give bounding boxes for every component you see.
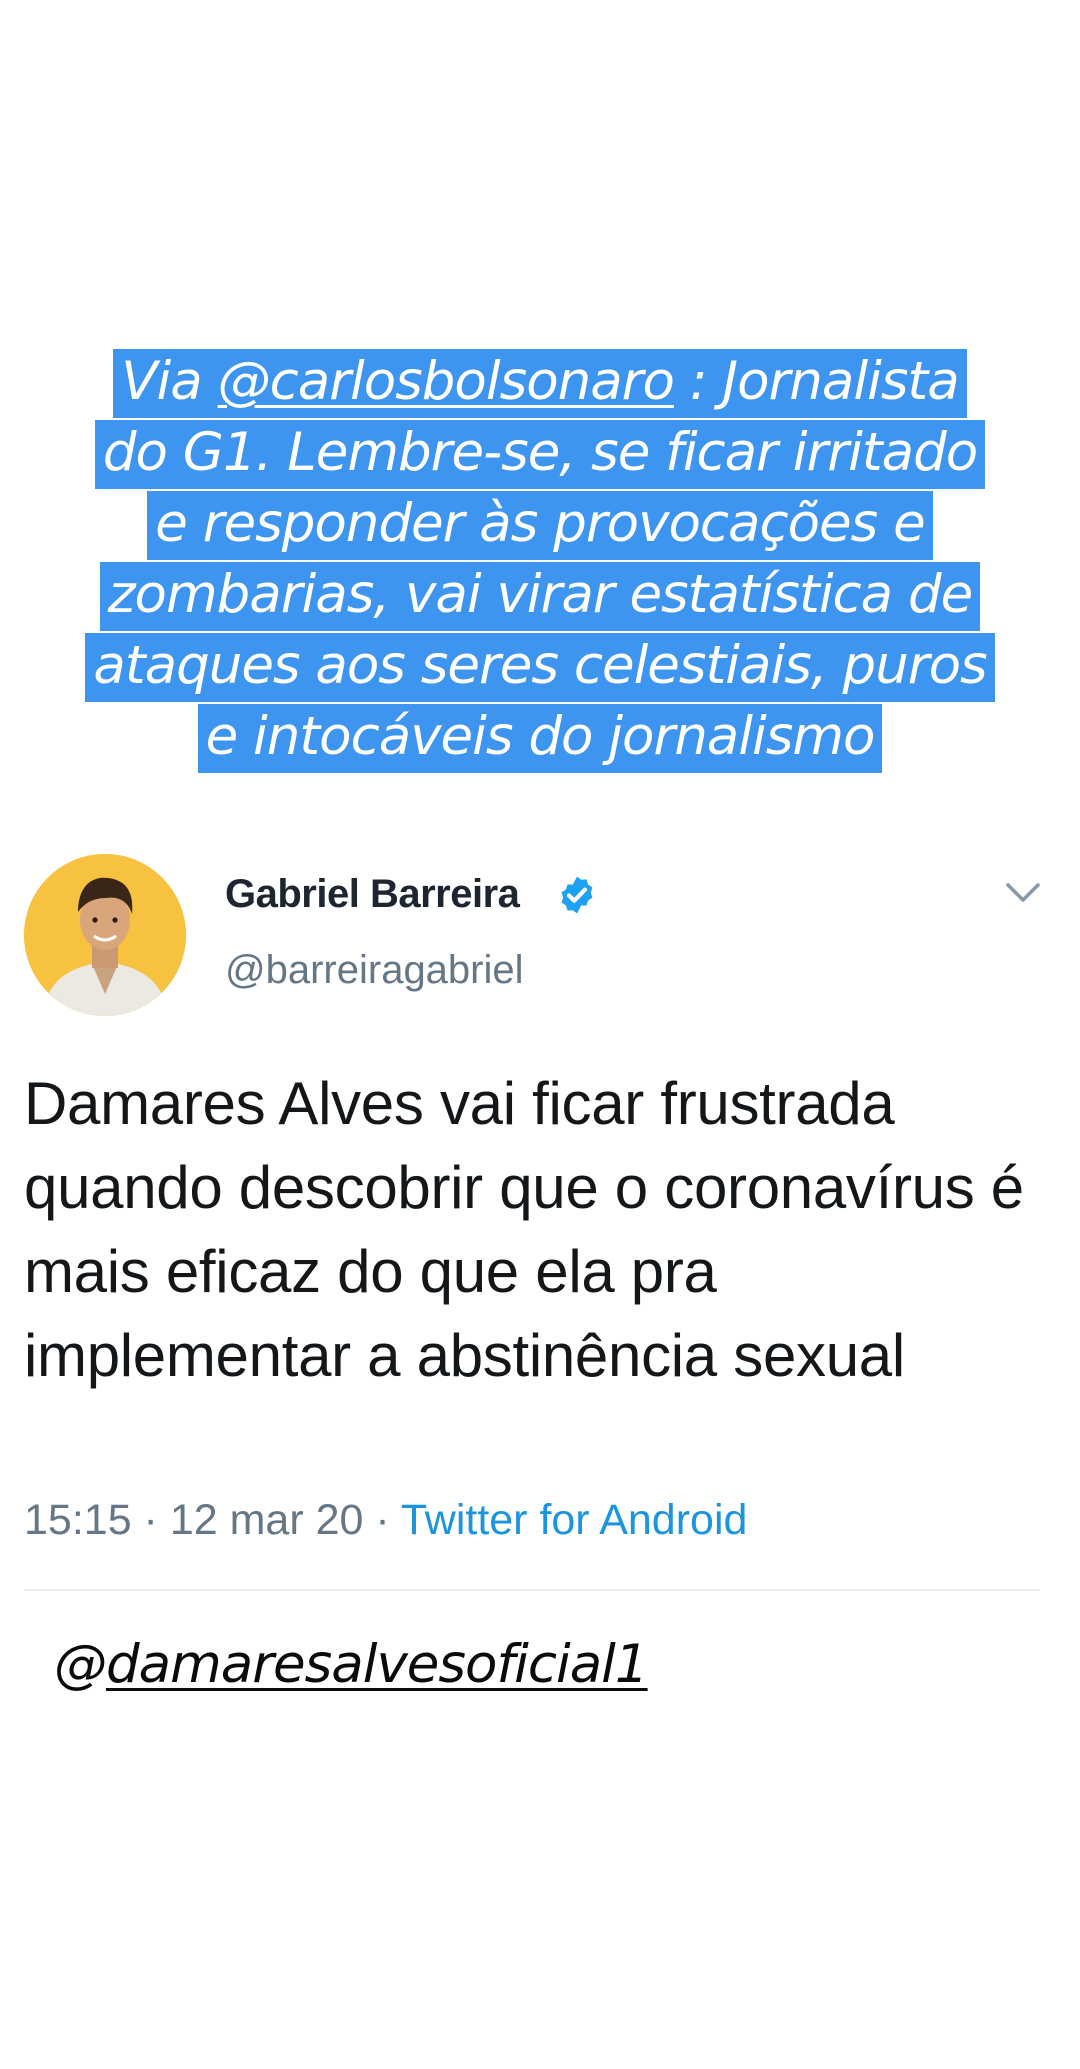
tweet-time: 15:15	[24, 1496, 132, 1544]
divider	[24, 1589, 1040, 1591]
footer-at-sign: @	[54, 1634, 107, 1695]
meta-separator: ·	[131, 1496, 170, 1544]
avatar[interactable]	[24, 854, 186, 1016]
caption-line-2: do G1. Lembre-se, se ficar irritado	[94, 420, 986, 489]
caption-line-4: zombarias, vai virar estatística de	[99, 562, 981, 631]
footer-mention-link[interactable]: damaresalvesoficial1	[106, 1634, 649, 1695]
tweet-meta: 15:15 · 12 mar 20 · Twitter for Android	[24, 1496, 747, 1545]
chevron-down-icon[interactable]	[1004, 880, 1042, 906]
tweet-date[interactable]: 12 mar 20	[170, 1496, 364, 1544]
caption-prefix: Via	[121, 351, 218, 412]
tweet-source-link[interactable]: Twitter for Android	[401, 1496, 748, 1544]
caption-line-6: e intocáveis do jornalismo	[197, 704, 883, 773]
caption-line-1: Via @carlosbolsonaro : Jornalista	[113, 349, 967, 418]
caption-mention-link[interactable]: @carlosbolsonaro	[218, 351, 675, 412]
verified-badge-icon	[561, 876, 593, 914]
footer-mention: @damaresalvesoficial1	[54, 1634, 649, 1695]
caption-line-5: ataques aos seres celestiais, puros	[85, 633, 995, 702]
author-handle[interactable]: @barreiragabriel	[225, 948, 524, 993]
tweet-text: Damares Alves vai ficar frustrada quando…	[24, 1070, 1024, 1389]
avatar-photo-icon	[24, 854, 186, 1016]
caption-line1-rest: : Jornalista	[673, 351, 960, 412]
meta-separator: ·	[363, 1496, 401, 1544]
story-caption: Via @carlosbolsonaro : Jornalista do G1.…	[60, 346, 1020, 773]
caption-line-3: e responder às provocações e	[147, 491, 933, 560]
author-name[interactable]: Gabriel Barreira	[225, 872, 520, 917]
